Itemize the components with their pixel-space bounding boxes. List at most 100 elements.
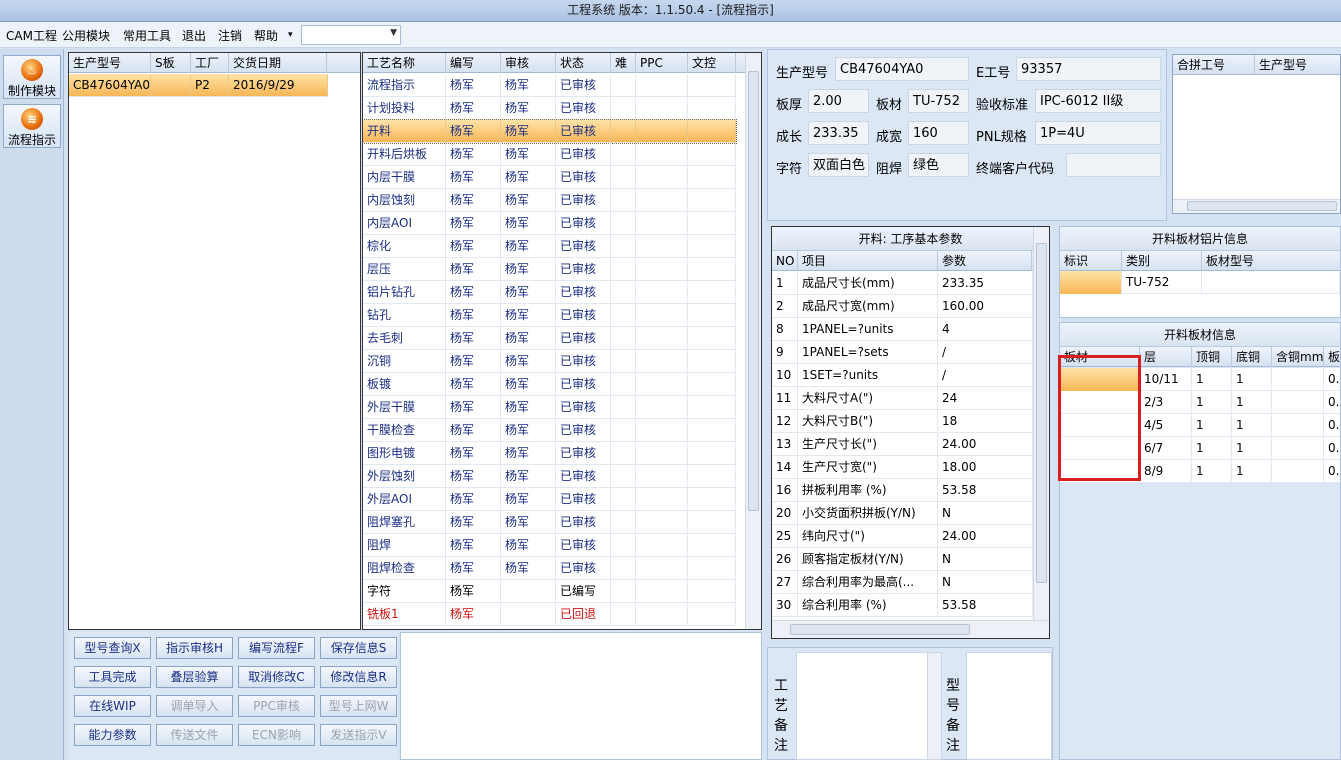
table-row[interactable]: 2 成品尺寸宽(mm) 160.00 — [772, 295, 1033, 318]
scroll-thumb[interactable] — [1036, 243, 1047, 583]
toolbar-combo[interactable]: ▼ — [301, 25, 401, 45]
character-field[interactable]: 双面白色 — [808, 153, 869, 177]
toolbar-button[interactable]: 发送指示V — [320, 724, 397, 746]
menu-cam[interactable]: CAM工程 — [6, 27, 57, 44]
table-row[interactable]: 铣板1 杨军 已回退 — [363, 603, 736, 626]
table-row[interactable]: 棕化 杨军 杨军 已审核 — [363, 235, 736, 258]
table-row[interactable]: 阻焊 杨军 杨军 已审核 — [363, 534, 736, 557]
table-row[interactable]: 10 1SET=?units / — [772, 364, 1033, 387]
table-row[interactable]: 11 大料尺寸A(") 24 — [772, 387, 1033, 410]
chevron-down-icon[interactable]: ▼ — [390, 28, 397, 38]
table-row[interactable]: 30 综合利用率 (%) 53.58 — [772, 594, 1033, 617]
table-row[interactable]: CB47604YA0 P2 2016/9/29 — [69, 74, 328, 97]
scroll-thumb[interactable] — [790, 624, 970, 635]
table-row[interactable]: 13 生产尺寸长(") 24.00 — [772, 433, 1033, 456]
table-row[interactable]: 8 1PANEL=?units 4 — [772, 318, 1033, 341]
toolbar-button[interactable]: 修改信息R — [320, 666, 397, 688]
table-row[interactable]: 27 综合利用率为最高(... N — [772, 571, 1033, 594]
table-row[interactable]: 阻焊塞孔 杨军 杨军 已审核 — [363, 511, 736, 534]
menu-common-module[interactable]: 公用模块 — [62, 27, 110, 44]
table-row[interactable]: 内层AOI 杨军 杨军 已审核 — [363, 212, 736, 235]
length-field[interactable]: 233.35 — [808, 121, 869, 145]
col-factory[interactable]: 工厂 — [191, 53, 229, 73]
table-row[interactable]: 12 大料尺寸B(") 18 — [772, 410, 1033, 433]
toolbar-button[interactable]: 工具完成 — [74, 666, 151, 688]
toolbar-button[interactable]: 指示审核H — [156, 637, 233, 659]
col-top-cu[interactable]: 顶铜 — [1192, 347, 1232, 367]
table-row[interactable]: 字符 杨军 已编写 — [363, 580, 736, 603]
toolbar-button[interactable]: 型号查询X — [74, 637, 151, 659]
table-row[interactable]: 外层干膜 杨军 杨军 已审核 — [363, 396, 736, 419]
scroll-thumb[interactable] — [748, 71, 759, 511]
table-row[interactable]: 图形电镀 杨军 杨军 已审核 — [363, 442, 736, 465]
standard-field[interactable]: IPC-6012 II级 — [1035, 89, 1161, 113]
col-param[interactable]: 参数 — [938, 251, 1032, 271]
sidebar-item-flow[interactable]: ≋ 流程指示 — [3, 104, 61, 148]
col-item[interactable]: 项目 — [798, 251, 938, 271]
toolbar-button[interactable]: 调单导入 — [156, 695, 233, 717]
toolbar-button[interactable]: 能力参数 — [74, 724, 151, 746]
col-combined-model[interactable]: 生产型号 — [1255, 55, 1341, 75]
table-row[interactable]: 沉铜 杨军 杨军 已审核 — [363, 350, 736, 373]
table-row[interactable]: 干膜检查 杨军 杨军 已审核 — [363, 419, 736, 442]
col-model[interactable]: 生产型号 — [69, 53, 151, 73]
menu-logout[interactable]: 注销 — [218, 27, 242, 44]
pnl-field[interactable]: 1P=4U — [1035, 121, 1161, 145]
col-ppc[interactable]: PPC — [636, 53, 688, 73]
toolbar-button[interactable]: 在线WIP — [74, 695, 151, 717]
table-row[interactable]: 板镀 杨军 杨军 已审核 — [363, 373, 736, 396]
sidebar-item-make-module[interactable]: ♨ 制作模块 — [3, 55, 61, 99]
col-cu-mm[interactable]: 含铜mm — [1272, 347, 1324, 367]
table-row[interactable]: 计划投料 杨军 杨军 已审核 — [363, 97, 736, 120]
table-row[interactable]: 内层蚀刻 杨军 杨军 已审核 — [363, 189, 736, 212]
col-difficulty[interactable]: 难 — [611, 53, 636, 73]
table-row[interactable]: 20 小交货面积拼板(Y/N) N — [772, 502, 1033, 525]
toolbar-button[interactable]: 传送文件 — [156, 724, 233, 746]
col-layer[interactable]: 层 — [1140, 347, 1192, 367]
col-board-model[interactable]: 板材型号 — [1202, 251, 1341, 271]
col-bottom-cu[interactable]: 底铜 — [1232, 347, 1272, 367]
col-board-extra[interactable]: 板 — [1324, 347, 1341, 367]
table-row[interactable]: 去毛刺 杨军 杨军 已审核 — [363, 327, 736, 350]
combined-hscrollbar[interactable] — [1173, 199, 1340, 213]
width-field[interactable]: 160 — [908, 121, 969, 145]
table-row[interactable]: 内层干膜 杨军 杨军 已审核 — [363, 166, 736, 189]
table-row[interactable]: TU-752 — [1060, 271, 1340, 294]
params-scrollbar[interactable] — [1033, 227, 1049, 620]
customer-code-field[interactable] — [1066, 153, 1161, 177]
material-field[interactable]: TU-752 — [908, 89, 969, 113]
toolbar-button[interactable]: PPC审核 — [238, 695, 315, 717]
params-hscrollbar[interactable] — [772, 620, 1049, 638]
toolbar-button[interactable]: ECN影响 — [238, 724, 315, 746]
table-row[interactable]: 阻焊检查 杨军 杨军 已审核 — [363, 557, 736, 580]
table-row[interactable]: 流程指示 杨军 杨军 已审核 — [363, 74, 736, 97]
col-writer[interactable]: 编写 — [446, 53, 501, 73]
toolbar-button[interactable]: 取消修改C — [238, 666, 315, 688]
solder-mask-field[interactable]: 绿色 — [908, 153, 969, 177]
col-type[interactable]: 类别 — [1122, 251, 1202, 271]
table-row[interactable]: 1 成品尺寸长(mm) 233.35 — [772, 272, 1033, 295]
toolbar-button[interactable]: 编写流程F — [238, 637, 315, 659]
table-row[interactable]: 14 生产尺寸宽(") 18.00 — [772, 456, 1033, 479]
table-row[interactable]: 钻孔 杨军 杨军 已审核 — [363, 304, 736, 327]
table-row[interactable]: 层压 杨军 杨军 已审核 — [363, 258, 736, 281]
menu-exit[interactable]: 退出 — [182, 27, 206, 44]
process-notes-field[interactable] — [796, 652, 942, 760]
toolbar-button[interactable]: 叠层验算 — [156, 666, 233, 688]
table-row[interactable]: 外层蚀刻 杨军 杨军 已审核 — [363, 465, 736, 488]
scroll-thumb[interactable] — [1187, 201, 1337, 211]
process-list-scrollbar[interactable] — [745, 53, 761, 629]
col-combined-job[interactable]: 合拼工号 — [1173, 55, 1255, 75]
toolbar-button[interactable]: 保存信息S — [320, 637, 397, 659]
table-row[interactable]: 26 顾客指定板材(Y/N) N — [772, 548, 1033, 571]
model-field[interactable]: CB47604YA0 — [835, 57, 969, 81]
col-process-name[interactable]: 工艺名称 — [363, 53, 446, 73]
thickness-field[interactable]: 2.00 — [808, 89, 869, 113]
e-number-field[interactable]: 93357 — [1016, 57, 1161, 81]
table-row[interactable]: 铝片钻孔 杨军 杨军 已审核 — [363, 281, 736, 304]
col-doc-control[interactable]: 文控 — [688, 53, 736, 73]
model-notes-field[interactable] — [966, 652, 1052, 760]
table-row[interactable]: 开料后烘板 杨军 杨军 已审核 — [363, 143, 736, 166]
table-row[interactable]: 开料 杨军 杨军 已审核 — [363, 119, 737, 144]
menu-help[interactable]: 帮助 — [254, 27, 278, 44]
